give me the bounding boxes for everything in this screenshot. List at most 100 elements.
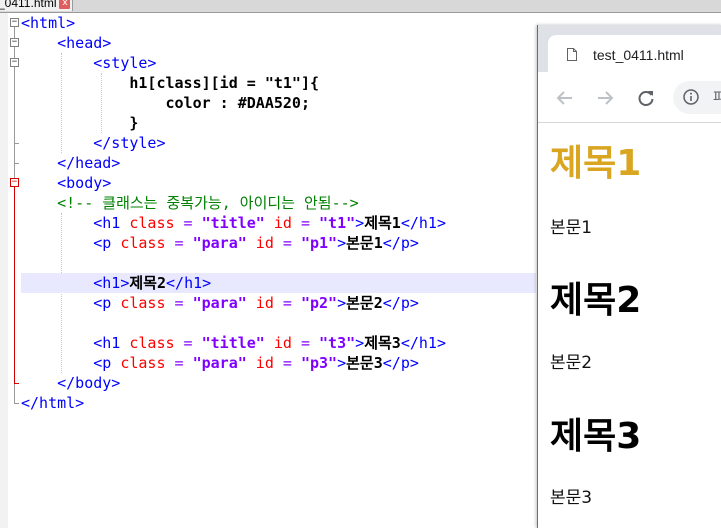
code-token-tag: <h1	[93, 334, 130, 352]
fold-margin: − − − −	[8, 13, 20, 528]
code-token-attr: id	[246, 294, 274, 312]
code-token-tag: <head>	[57, 34, 112, 52]
code-token-op: =	[291, 214, 320, 232]
code-token-tag: <html>	[21, 14, 76, 32]
code-token-css-sel: h1[class][id = "t1"]{	[129, 74, 320, 92]
code-token-op: =	[165, 354, 193, 372]
browser-tab-bar: test_0411.html	[538, 25, 721, 72]
editor-tab-filename: _0411.html	[0, 0, 57, 10]
code-token-attr: class	[129, 334, 175, 352]
browser-tab[interactable]: test_0411.html	[548, 35, 721, 72]
code-token-attr: class	[120, 294, 166, 312]
code-token-css-sel: color : #DAA520;	[165, 94, 311, 112]
code-token-tag: </h1>	[166, 274, 212, 292]
fold-end-mark	[14, 143, 19, 144]
code-token-op: =	[273, 354, 301, 372]
code-token-tag: </h1>	[400, 334, 446, 352]
code-token-txt: 제목3	[364, 334, 401, 352]
code-token-op: =	[174, 334, 202, 352]
code-token-tag: <p	[93, 234, 121, 252]
code-token-attr: class	[120, 234, 166, 252]
code-token-tag: </html>	[21, 394, 85, 412]
code-token-attr: id	[264, 334, 292, 352]
fold-collapse-icon[interactable]: −	[10, 38, 19, 47]
code-token-tag: >	[337, 294, 347, 312]
code-token-txt: 본문3	[346, 354, 383, 372]
reload-icon[interactable]	[637, 89, 655, 107]
code-token-tag: </p>	[382, 354, 419, 372]
code-token-str: "para"	[192, 234, 247, 252]
code-token-cmt: <!-- 클래스는 중복가능, 아이디는 안됨-->	[57, 194, 359, 212]
document-icon	[567, 48, 577, 61]
fold-collapse-icon[interactable]: −	[10, 178, 19, 187]
address-text: 파	[713, 87, 721, 107]
fold-collapse-icon[interactable]: −	[10, 18, 19, 27]
code-token-tag: >	[355, 334, 365, 352]
fold-line-current	[14, 187, 15, 383]
editor-tab-strip: _0411.html x	[0, 0, 721, 13]
fold-collapse-icon[interactable]: −	[10, 58, 19, 67]
code-line-current[interactable]: <h1>제목2</h1>	[21, 273, 536, 293]
back-arrow-icon[interactable]	[556, 89, 574, 107]
code-token-attr: id	[264, 214, 292, 232]
code-token-tag: </head>	[57, 154, 121, 172]
rendered-paragraph: 본문1	[550, 218, 593, 238]
code-token-txt: 제목1	[364, 214, 401, 232]
code-token-attr: class	[120, 354, 166, 372]
page-content: 제목1 본문1 제목2 본문2 제목3 본문3	[538, 123, 721, 528]
code-token-str: "title"	[201, 334, 265, 352]
editor-file-tab[interactable]: _0411.html x	[0, 0, 74, 11]
code-token-txt: 본문2	[346, 294, 383, 312]
code-token-op: =	[291, 334, 320, 352]
code-token-tag: >	[337, 234, 347, 252]
forward-arrow-icon[interactable]	[596, 89, 614, 107]
fold-end-mark	[14, 163, 19, 164]
code-token-css-sel: }	[129, 114, 139, 132]
code-token-tag: </body>	[57, 374, 121, 392]
code-token-tag: >	[355, 214, 365, 232]
code-token-op: =	[165, 234, 193, 252]
close-tab-icon[interactable]: x	[59, 0, 71, 9]
code-token-str: "title"	[201, 214, 265, 232]
code-token-op: =	[165, 294, 193, 312]
address-bar[interactable]: 파	[673, 81, 721, 114]
code-token-str: "t3"	[319, 334, 356, 352]
fold-end-mark	[14, 383, 19, 384]
rendered-heading: 제목2	[550, 280, 642, 321]
code-token-tag: <h1>	[93, 274, 130, 292]
browser-toolbar: 파	[538, 72, 721, 123]
code-token-str: "para"	[192, 294, 247, 312]
code-token-op: =	[273, 234, 301, 252]
browser-tab-title: test_0411.html	[593, 47, 684, 63]
info-icon[interactable]	[683, 89, 699, 105]
rendered-heading: 제목1	[550, 143, 642, 184]
rendered-heading: 제목3	[550, 416, 642, 457]
code-token-op: =	[273, 294, 301, 312]
code-token-txt: 제목2	[129, 274, 167, 292]
code-token-str: "p3"	[300, 354, 338, 372]
code-token-str: "p1"	[300, 234, 338, 252]
code-token-op: =	[174, 214, 202, 232]
code-token-attr: class	[129, 214, 175, 232]
code-token-tag: </p>	[382, 294, 419, 312]
code-token-tag: </p>	[382, 234, 419, 252]
code-token-tag: </style>	[93, 134, 166, 152]
code-token-txt: 본문1	[346, 234, 383, 252]
code-token-str: "t1"	[319, 214, 356, 232]
fold-end-mark	[14, 403, 19, 404]
